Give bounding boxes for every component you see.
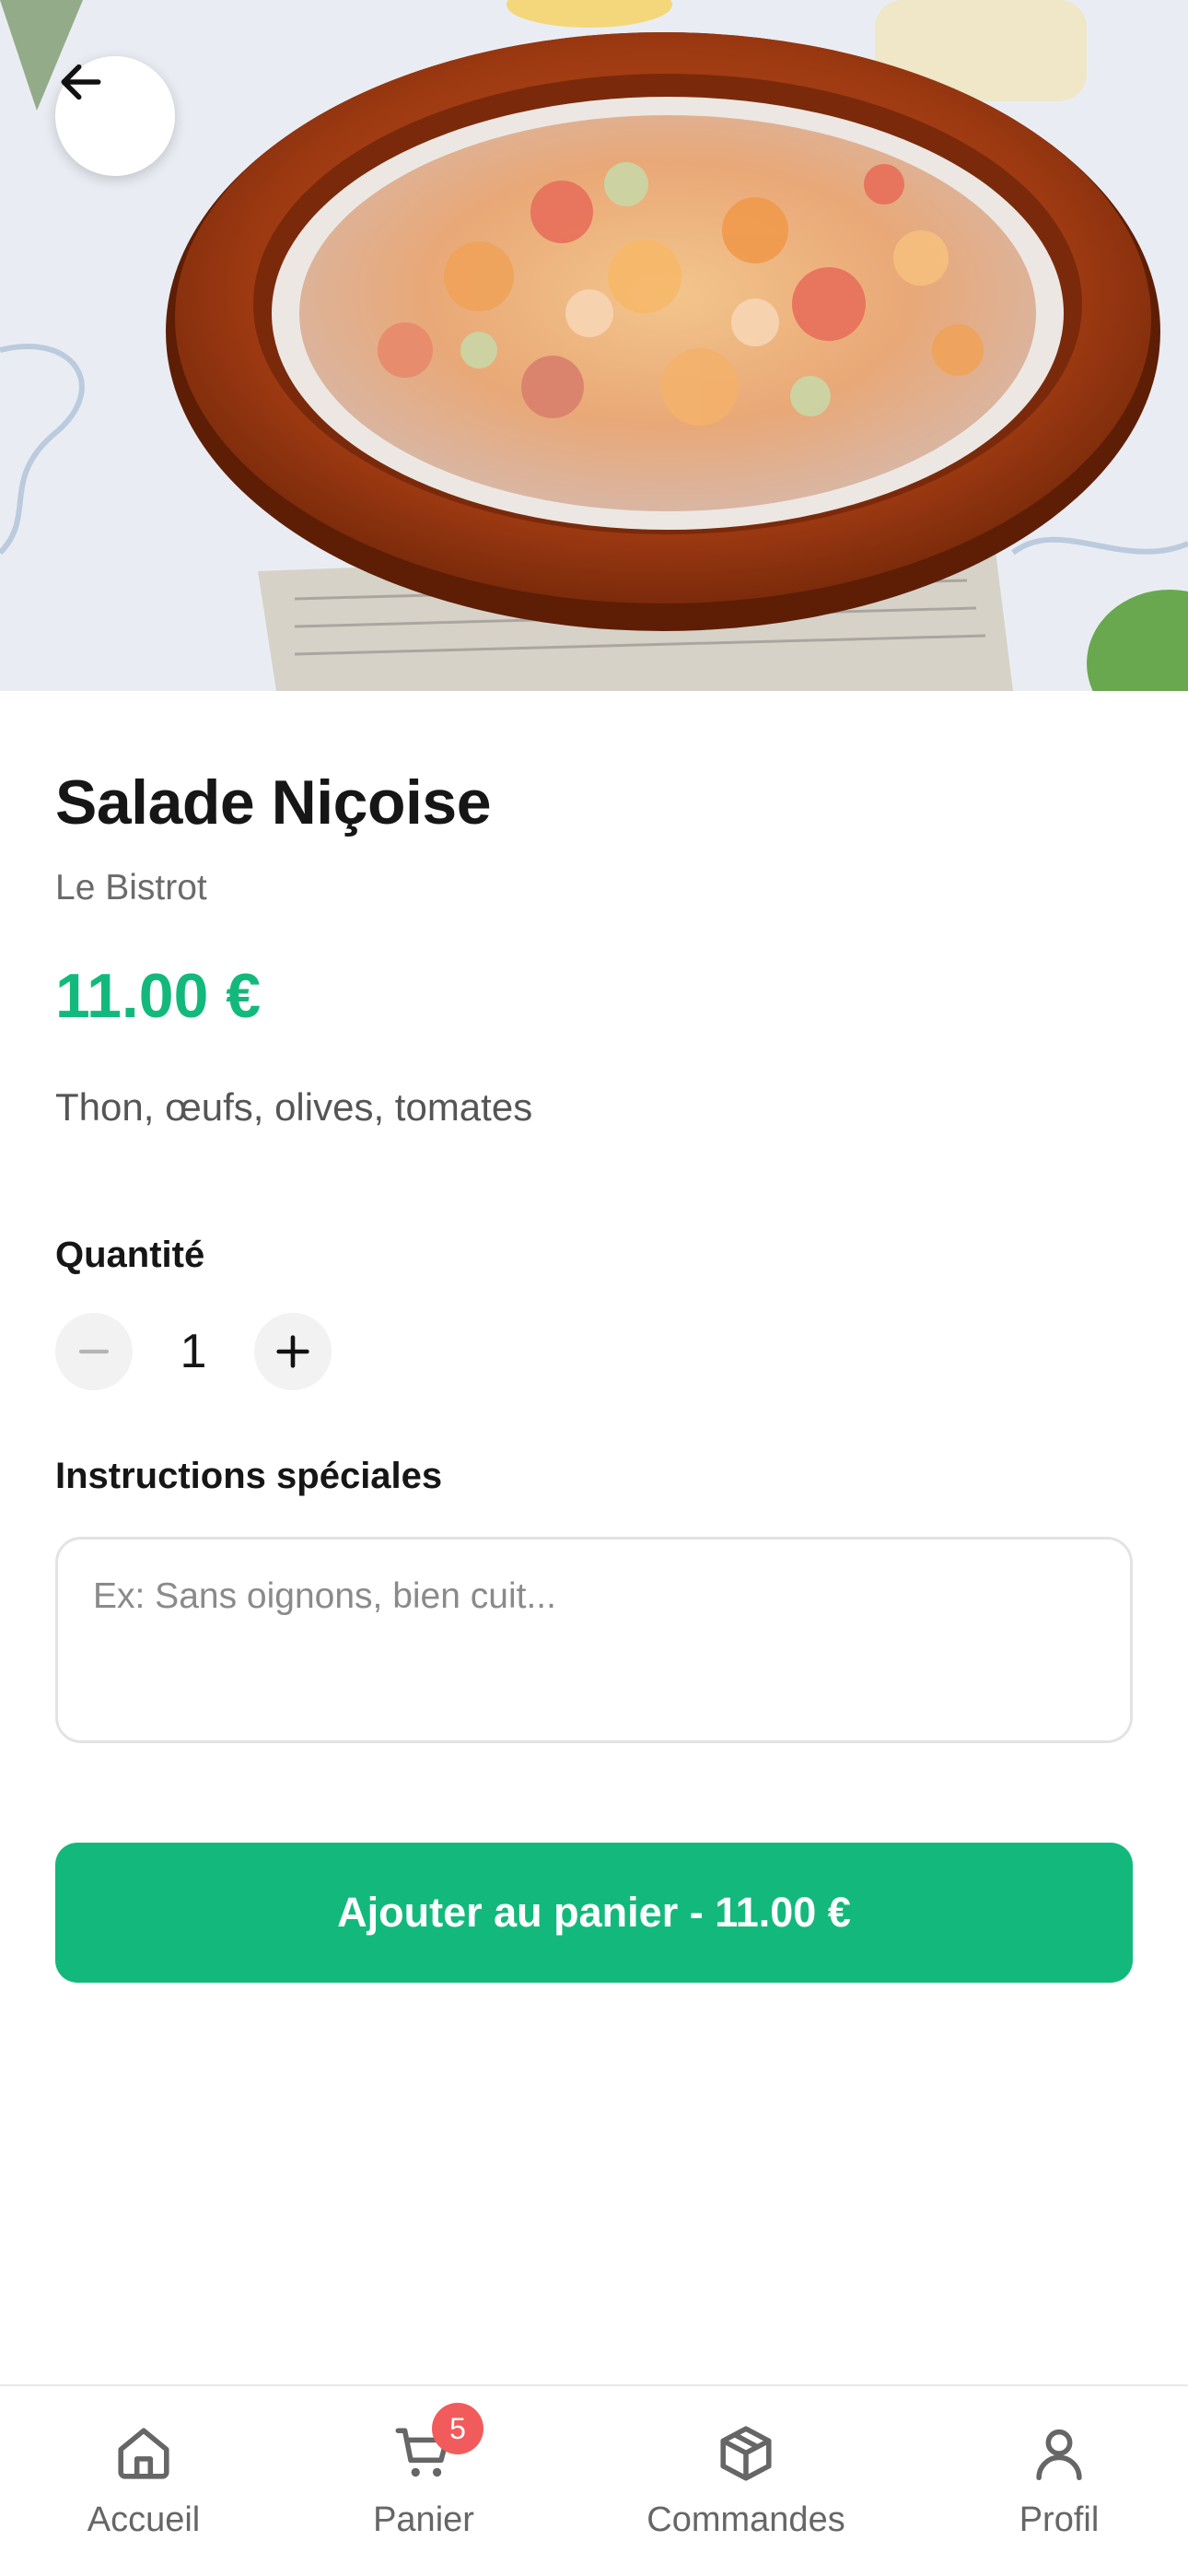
quantity-label: Quantité (55, 1235, 205, 1275)
tab-accueil[interactable]: Accueil (52, 2386, 236, 2576)
tab-commandes[interactable]: Commandes (626, 2386, 866, 2576)
add-to-cart-button[interactable]: Ajouter au panier - 11.00 € (55, 1843, 1133, 1983)
plus-icon (276, 1335, 309, 1368)
tab-label: Accueil (87, 2500, 201, 2539)
product-detail-screen: Salade Niçoise Le Bistrot 11.00 € Thon, … (0, 0, 1188, 2576)
decrease-quantity-button[interactable] (55, 1313, 133, 1390)
quantity-stepper: 1 (55, 1313, 350, 1390)
product-image (0, 0, 1188, 691)
tab-label: Commandes (646, 2500, 845, 2539)
bottom-tab-bar: Accueil 5 Panier Commandes Profil (0, 2384, 1188, 2576)
arrow-left-icon (61, 64, 101, 100)
product-price: 11.00 € (55, 961, 262, 1031)
package-icon (720, 2426, 772, 2481)
minus-icon (78, 1349, 110, 1354)
cart-count-badge: 5 (432, 2403, 483, 2454)
product-description: Thon, œufs, olives, tomates (55, 1085, 533, 1129)
tab-profil[interactable]: Profil (967, 2386, 1151, 2576)
quantity-value: 1 (180, 1325, 207, 1378)
restaurant-name: Le Bistrot (55, 868, 207, 907)
tab-label: Profil (1019, 2500, 1100, 2539)
home-icon (118, 2428, 169, 2479)
tab-panier[interactable]: 5 Panier (332, 2386, 516, 2576)
user-icon (1036, 2429, 1082, 2481)
back-button[interactable] (55, 56, 175, 176)
instructions-label: Instructions spéciales (55, 1456, 443, 1496)
salad-bowl-photo (0, 0, 1188, 691)
tab-label: Panier (373, 2500, 474, 2539)
instructions-input[interactable] (55, 1537, 1133, 1743)
increase-quantity-button[interactable] (254, 1313, 332, 1390)
product-title: Salade Niçoise (55, 767, 492, 837)
